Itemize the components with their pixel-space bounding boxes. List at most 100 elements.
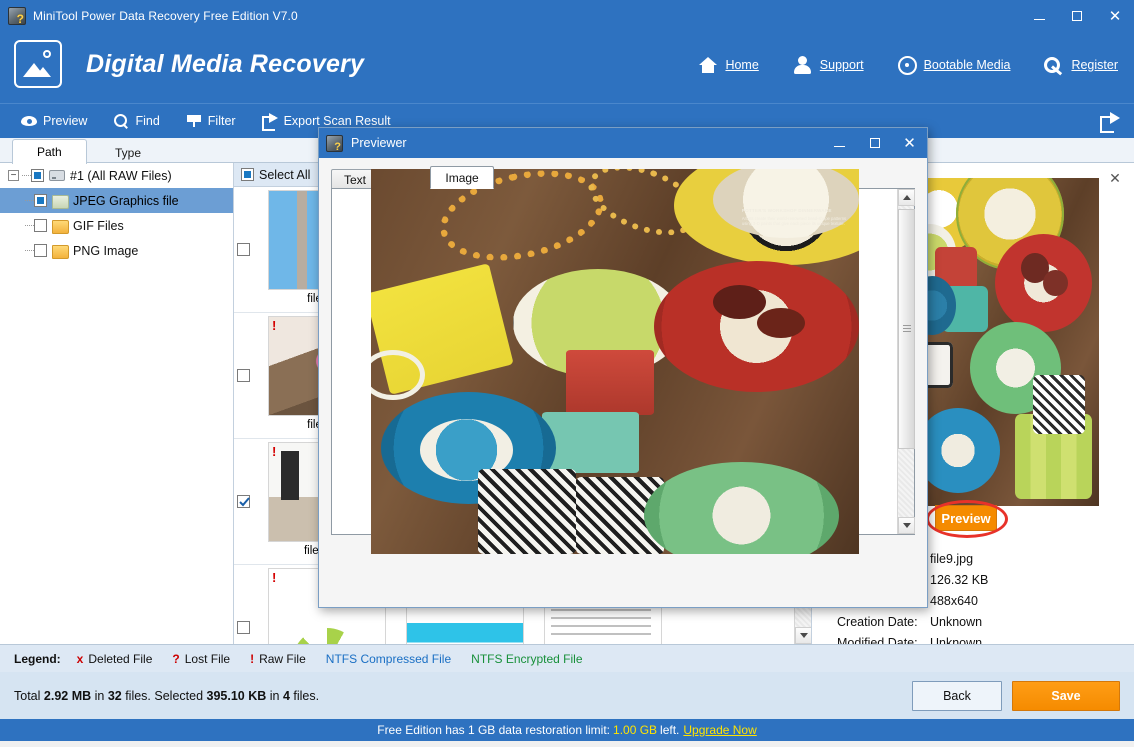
row-checkbox-cell (234, 565, 258, 644)
legend-raw-file: ! Raw File (250, 652, 306, 666)
back-button-label: Back (943, 689, 971, 703)
legend-title: Legend: (14, 651, 61, 666)
row-checkbox[interactable] (237, 369, 250, 382)
nav-register[interactable]: Register (1044, 55, 1118, 75)
previewed-photo: POTTER'S WORKSHOP DINNERWARE Artists cre… (371, 169, 859, 554)
search-icon (113, 113, 129, 129)
tab-type[interactable]: Type (90, 141, 166, 164)
tree-item-gif-checkbox[interactable] (34, 219, 47, 232)
title-bar: MiniTool Power Data Recovery Free Editio… (0, 0, 1134, 32)
toolbar-preview-button[interactable]: Preview (8, 104, 100, 139)
tab-path-label: Path (37, 145, 62, 159)
raw-file-flag-icon: ! (272, 570, 277, 585)
app-icon (8, 7, 26, 26)
nav-support[interactable]: Support (793, 55, 864, 75)
toolbar-filter-label: Filter (207, 114, 236, 128)
tree-item-jpeg-checkbox[interactable] (34, 194, 47, 207)
tree-root-row[interactable]: − #1 (All RAW Files) (0, 163, 233, 188)
row-checkbox-cell (234, 187, 258, 312)
preview-button-annotated[interactable]: Preview (926, 500, 1008, 538)
window-controls: ✕ (1020, 0, 1134, 32)
funnel-icon (186, 113, 202, 129)
expand-collapse-icon[interactable]: − (8, 170, 19, 181)
dialog-app-icon (326, 134, 343, 153)
drive-icon (49, 170, 65, 181)
minimize-button[interactable] (1020, 0, 1058, 32)
status-bar: Total 2.92 MB in 32 files. Selected 395.… (0, 672, 1134, 719)
export-icon (261, 113, 278, 131)
dialog-content: POTTER'S WORKSHOP DINNERWARE Artists cre… (331, 169, 915, 554)
toolbar-find-button[interactable]: Find (100, 104, 172, 139)
toolbar-filter-button[interactable]: Filter (173, 104, 249, 139)
legend-label: NTFS Compressed File (325, 651, 452, 666)
status-total-mid: in (91, 688, 108, 703)
select-all-checkbox[interactable] (241, 168, 254, 181)
status-total-prefix: Total (14, 688, 44, 703)
row-checkbox[interactable] (237, 243, 250, 256)
eye-icon (21, 113, 37, 129)
close-icon: ✕ (1108, 7, 1122, 25)
legend-bar: Legend: x Deleted File ? Lost File ! Raw… (0, 644, 1134, 672)
row-checkbox[interactable] (237, 621, 250, 634)
toolbar-export-label: Export Scan Result (283, 114, 391, 128)
dialog-maximize-button[interactable] (857, 128, 892, 158)
lost-file-icon: ? (172, 651, 180, 666)
legend-label: Deleted File (88, 651, 153, 666)
dialog-close-button[interactable]: ✕ (892, 128, 927, 158)
banner-remaining: 1.00 GB (613, 723, 658, 737)
folder-icon (52, 194, 69, 209)
detail-value: Unknown (930, 614, 983, 629)
brand: Digital Media Recovery (14, 40, 364, 88)
nav-bootable-media[interactable]: Bootable Media (897, 55, 1010, 75)
maximize-icon (869, 138, 880, 148)
row-checkbox-cell (234, 439, 258, 564)
scrollbar-thumb[interactable] (898, 209, 915, 449)
preview-button-label: Preview (941, 510, 991, 526)
close-button[interactable]: ✕ (1096, 0, 1134, 32)
legend-label: NTFS Encrypted File (471, 651, 583, 666)
detail-value: file9.jpg (930, 551, 974, 566)
minimize-icon (1033, 19, 1045, 20)
upgrade-banner: Free Edition has 1 GB data restoration l… (0, 719, 1134, 741)
scroll-up-button[interactable] (898, 189, 915, 206)
detail-value: 126.32 KB (930, 572, 989, 587)
key-icon (1044, 55, 1064, 75)
scrollbar-track[interactable] (898, 206, 915, 517)
status-total-size: 2.92 MB (43, 688, 92, 703)
tab-image[interactable]: Image (430, 166, 494, 189)
scroll-down-button[interactable] (795, 627, 811, 644)
dinnerware-photo (925, 178, 1099, 506)
nav-home[interactable]: Home (698, 55, 759, 75)
share-icon[interactable] (1100, 112, 1120, 133)
tree-item-png[interactable]: PNG Image (0, 238, 233, 263)
chevron-down-icon (799, 633, 808, 638)
row-checkbox[interactable] (237, 495, 250, 508)
preview-button[interactable]: Preview (926, 500, 1008, 538)
panel-close-icon[interactable]: ✕ (1106, 169, 1124, 187)
tree-item-jpeg[interactable]: JPEG Graphics file (0, 188, 233, 213)
detail-label: Creation Date: (837, 614, 918, 629)
tree-connector (22, 175, 31, 176)
tab-path[interactable]: Path (12, 139, 87, 164)
legend-lost-file: ? Lost File (172, 652, 230, 666)
checkmark-icon (239, 497, 250, 507)
tree-root-checkbox[interactable] (31, 169, 44, 182)
maximize-button[interactable] (1058, 0, 1096, 32)
scroll-down-button[interactable] (898, 517, 915, 534)
save-button[interactable]: Save (1012, 681, 1120, 711)
chevron-up-icon (902, 195, 911, 200)
scrollbar-grip-icon (903, 325, 911, 333)
nav-register-label: Register (1071, 58, 1118, 72)
tree-item-png-checkbox[interactable] (34, 244, 47, 257)
tree-item-gif[interactable]: GIF Files (0, 213, 233, 238)
back-button[interactable]: Back (912, 681, 1002, 711)
raw-file-icon: ! (250, 651, 255, 666)
raw-file-flag-icon: ! (272, 318, 277, 333)
status-total-count: 32 (107, 688, 122, 703)
status-selected-count: 4 (282, 688, 290, 703)
dialog-minimize-button[interactable] (822, 128, 857, 158)
detail-value: 488x640 (930, 593, 978, 608)
banner-text-after: left. (660, 723, 680, 737)
upgrade-now-link[interactable]: Upgrade Now (683, 723, 756, 737)
image-scrollbar[interactable] (897, 189, 915, 534)
